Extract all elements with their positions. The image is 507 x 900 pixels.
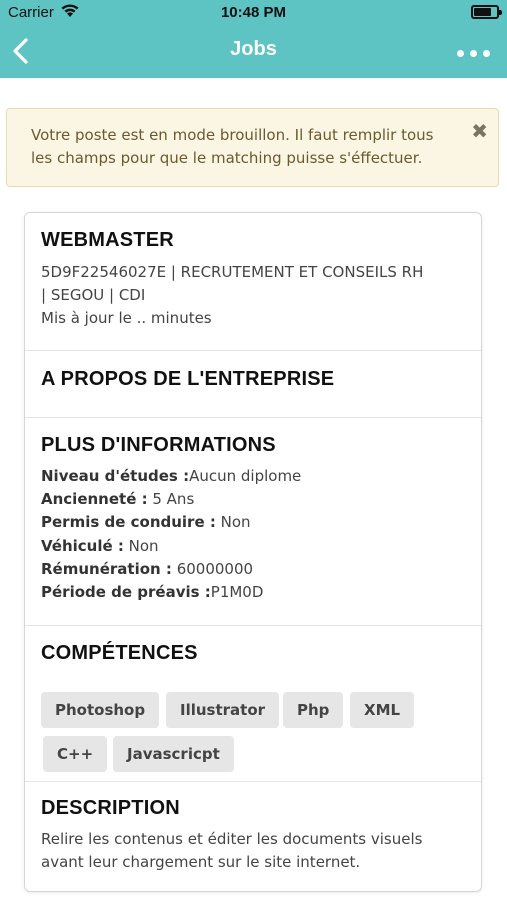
job-card: WEBMASTER 5D9F22546027E | RECRUTEMENT ET…	[24, 212, 482, 892]
job-title: WEBMASTER	[41, 229, 174, 251]
page-title: Jobs	[230, 38, 277, 60]
description-heading: DESCRIPTION	[41, 797, 180, 819]
info-row-vehicle: Véhiculé : Non	[41, 535, 465, 558]
more-dot	[470, 50, 477, 57]
clock: 10:48 PM	[220, 4, 287, 21]
description-line-2: avant leur chargement sur le site intern…	[41, 853, 361, 871]
info-row-seniority: Ancienneté : 5 Ans	[41, 488, 465, 511]
more-horizontal-icon	[457, 50, 464, 57]
nav-bar: Jobs	[0, 26, 507, 78]
info-row-salary: Rémunération : 60000000	[41, 558, 465, 581]
skill-tag[interactable]: Photoshop	[41, 692, 160, 728]
close-icon[interactable]: ✖	[471, 121, 488, 141]
info-label: Véhiculé :	[41, 536, 124, 555]
info-label: Niveau d'études :	[41, 467, 190, 485]
info-label: Permis de conduire :	[41, 513, 216, 532]
info-value: Non	[123, 536, 159, 555]
info-value: P1M0D	[210, 583, 264, 602]
job-meta-line-2: | SEGOU | CDI	[41, 286, 146, 304]
info-value: Non	[215, 513, 251, 532]
info-label: Période de préavis :	[41, 583, 211, 602]
job-meta: 5D9F22546027E | RECRUTEMENT ET CONSEILS …	[41, 261, 465, 330]
info-label: Rémunération :	[41, 559, 172, 578]
info-value: 60000000	[171, 559, 254, 578]
skill-tag[interactable]: Illustrator	[166, 692, 280, 728]
info-label: Ancienneté :	[41, 490, 148, 509]
job-updated: Mis à jour le .. minutes	[41, 309, 212, 327]
alert-text-line-2: les champs pour que le matching puisse s…	[31, 149, 423, 167]
description-text: Relire les contenus et éditer les docume…	[41, 828, 465, 874]
alert-text-line-1: Votre poste est en mode brouillon. Il fa…	[31, 126, 434, 144]
skill-tag[interactable]: C++	[43, 736, 108, 772]
description-line-1: Relire les contenus et éditer les docume…	[41, 830, 423, 848]
skill-tag[interactable]: XML	[350, 692, 415, 728]
about-company-section[interactable]: A PROPOS DE L'ENTREPRISE	[25, 351, 481, 418]
more-options-button[interactable]	[455, 44, 493, 60]
skill-tag[interactable]: Javascricpt	[113, 736, 234, 772]
info-value: 5 Ans	[147, 490, 195, 509]
description-section: DESCRIPTION Relire les contenus et édite…	[25, 782, 481, 891]
skill-tag[interactable]: Php	[283, 692, 344, 728]
job-header-section: WEBMASTER 5D9F22546027E | RECRUTEMENT ET…	[25, 213, 481, 351]
skills-section: COMPÉTENCES Photoshop Illustrator Php XM…	[25, 626, 481, 782]
skills-heading: COMPÉTENCES	[41, 642, 198, 664]
draft-alert: Votre poste est en mode brouillon. Il fa…	[6, 108, 499, 187]
more-info-section: PLUS D'INFORMATIONS Niveau d'études :Auc…	[25, 418, 481, 626]
info-heading: PLUS D'INFORMATIONS	[41, 434, 276, 456]
info-row-license: Permis de conduire : Non	[41, 511, 465, 534]
status-bar: Carrier 10:48 PM	[0, 0, 507, 26]
info-row-education: Niveau d'études :Aucun diplome	[41, 465, 465, 488]
info-value: Aucun diplome	[189, 467, 302, 485]
about-heading: A PROPOS DE L'ENTREPRISE	[41, 368, 335, 390]
more-dot	[483, 50, 490, 57]
info-row-notice-period: Période de préavis :P1M0D	[41, 581, 465, 604]
battery-icon	[471, 5, 502, 19]
job-meta-line-1: 5D9F22546027E | RECRUTEMENT ET CONSEILS …	[41, 263, 424, 281]
